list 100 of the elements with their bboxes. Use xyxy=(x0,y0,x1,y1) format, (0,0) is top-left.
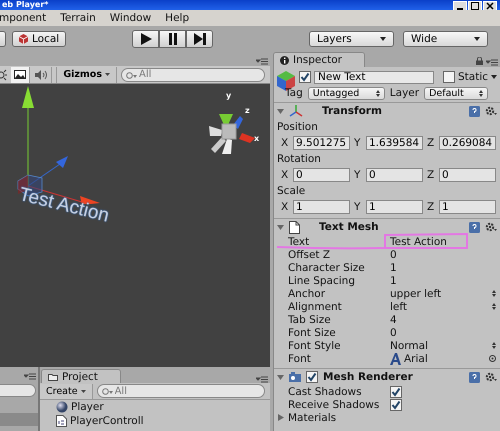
step-button[interactable] xyxy=(186,30,213,48)
play-button[interactable] xyxy=(132,30,159,48)
sun-icon[interactable] xyxy=(0,68,7,80)
property-checkbox[interactable] xyxy=(390,386,402,398)
property-value[interactable]: 1 xyxy=(390,262,397,274)
axis-label: z xyxy=(245,107,250,115)
layers-dropdown[interactable]: Layers xyxy=(309,31,394,47)
property-value[interactable]: Arial xyxy=(404,352,428,364)
property-value[interactable]: 0 xyxy=(390,248,397,260)
panel-menu-icon[interactable] xyxy=(486,59,498,66)
foldout-arrow-icon[interactable] xyxy=(277,108,284,114)
number-field[interactable]: 0.269084 xyxy=(439,136,496,150)
property-value[interactable]: 4 xyxy=(390,314,397,326)
axis-label: Y xyxy=(354,168,362,180)
renderer-icon xyxy=(289,372,301,382)
foldout-arrow-icon[interactable] xyxy=(278,414,284,421)
property-dropdown[interactable]: left xyxy=(390,300,408,312)
name-field[interactable]: New Text xyxy=(314,70,434,84)
stepper-icon[interactable] xyxy=(492,303,496,310)
inspector-tab[interactable]: Inspector xyxy=(273,52,365,67)
image-toggle[interactable] xyxy=(10,66,30,82)
pause-button[interactable] xyxy=(159,30,186,48)
property-checkbox[interactable] xyxy=(390,398,402,410)
property-label: Character Size xyxy=(288,262,366,274)
number-field[interactable]: 1 xyxy=(366,200,423,214)
property-dropdown[interactable]: Normal xyxy=(390,340,428,352)
panel-menu-icon[interactable] xyxy=(24,373,36,380)
property-label: Text xyxy=(288,236,310,248)
script-file-icon xyxy=(56,415,67,427)
project-item[interactable]: PlayerControll xyxy=(40,414,270,428)
number-field[interactable]: 1 xyxy=(293,200,350,214)
number-field[interactable]: 0 xyxy=(439,168,496,182)
caret-icon xyxy=(380,37,386,41)
audio-toggle[interactable] xyxy=(34,66,52,82)
enabled-checkbox[interactable] xyxy=(306,371,318,383)
number-field[interactable]: 1 xyxy=(439,200,496,214)
tag-dropdown[interactable]: Untagged xyxy=(308,86,385,100)
search-field[interactable] xyxy=(0,384,36,397)
lock-icon[interactable] xyxy=(476,57,483,65)
project-tab[interactable]: Project xyxy=(41,369,121,383)
number-field[interactable]: 0 xyxy=(293,168,350,182)
property-value[interactable]: 0 xyxy=(390,326,397,338)
project-item[interactable]: Player xyxy=(40,400,270,414)
property-dropdown[interactable]: upper left xyxy=(390,288,442,300)
pause-icon xyxy=(168,33,178,45)
caret-icon[interactable] xyxy=(491,75,498,79)
close-icon xyxy=(486,2,494,10)
scene-text-object[interactable]: Test Action xyxy=(16,184,112,228)
cube-icon xyxy=(19,34,28,44)
stepper-icon[interactable] xyxy=(492,290,496,297)
menu-item[interactable]: Terrain xyxy=(53,12,103,24)
foldout-arrow-icon[interactable] xyxy=(277,224,284,230)
menu-item[interactable]: mponent xyxy=(0,12,54,24)
number-field[interactable]: 9.501275 xyxy=(293,136,350,150)
stepper-icon[interactable] xyxy=(492,342,496,349)
axis-label: y xyxy=(226,92,232,100)
gear-icon[interactable] xyxy=(485,106,497,116)
layout-dropdown[interactable]: Wide xyxy=(403,31,488,47)
tool-button[interactable] xyxy=(0,31,6,47)
info-icon xyxy=(280,56,289,64)
property-label: Font Size xyxy=(288,326,337,338)
document-icon xyxy=(289,220,300,234)
static-label: Static xyxy=(458,71,488,83)
number-field[interactable]: 1.639584 xyxy=(366,136,423,150)
minimize-button[interactable] xyxy=(453,1,467,10)
static-checkbox[interactable] xyxy=(443,71,455,83)
search-field[interactable]: All xyxy=(96,384,265,398)
scene-viewport[interactable]: Test Action y z x xyxy=(0,84,270,367)
number-field[interactable]: 0 xyxy=(366,168,423,182)
maximize-icon xyxy=(471,2,479,10)
axis-label: Y xyxy=(354,200,362,212)
search-field[interactable]: All xyxy=(121,68,265,82)
gear-icon[interactable] xyxy=(485,372,497,382)
property-label: Line Spacing xyxy=(288,274,356,286)
object-picker-icon[interactable] xyxy=(489,355,496,362)
panel-menu-icon[interactable] xyxy=(256,376,268,383)
pivot-button[interactable]: Local xyxy=(12,31,66,47)
caret-icon xyxy=(474,37,480,41)
gear-icon[interactable] xyxy=(485,222,497,232)
font-icon xyxy=(390,352,401,364)
help-icon[interactable] xyxy=(469,222,480,232)
close-button[interactable] xyxy=(483,1,497,10)
help-icon[interactable] xyxy=(469,372,480,382)
property-value[interactable]: 1 xyxy=(390,274,397,286)
axis-label: Z xyxy=(427,136,435,148)
gizmos-dropdown[interactable]: Gizmos xyxy=(56,66,117,82)
property-label[interactable]: Materials xyxy=(288,412,336,424)
property-label: Position xyxy=(276,121,319,134)
step-icon xyxy=(194,33,206,45)
active-checkbox[interactable] xyxy=(299,71,311,83)
panel-menu-icon[interactable] xyxy=(256,58,268,65)
layer-label: Layer xyxy=(390,87,420,99)
menu-item[interactable]: Window xyxy=(102,12,158,24)
folder-icon xyxy=(48,372,58,380)
help-icon[interactable] xyxy=(469,106,480,116)
maximize-button[interactable] xyxy=(468,1,482,10)
foldout-arrow-icon[interactable] xyxy=(277,374,284,380)
create-dropdown[interactable]: Create xyxy=(40,384,93,398)
layer-dropdown[interactable]: Default xyxy=(424,86,488,100)
menu-item[interactable]: Help xyxy=(158,12,196,24)
